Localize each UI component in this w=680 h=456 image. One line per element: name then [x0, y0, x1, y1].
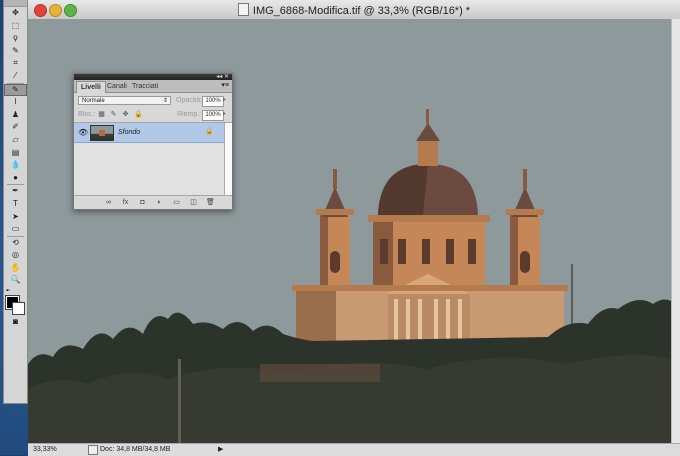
lock-transparency-icon[interactable]: ▦ [98, 111, 105, 118]
tools-panel: ✥ ⬚ ϙ ✎ ⌗ ⁄ ✎ ⅼ ♟ ✐ ▱ ▤ 💧 ● ✒ T ➤ ▭ ⟲ ◎ … [3, 0, 28, 404]
fill-field[interactable]: 100% [202, 110, 224, 121]
history-brush-tool-icon[interactable]: ✐ [4, 121, 27, 134]
zoom-tool-icon[interactable]: 🔍 [4, 274, 27, 287]
blend-opacity-row: Normale ⇕ Opacità: 100% ▸ [74, 93, 232, 108]
3d-orbit-tool-icon[interactable]: ◎ [4, 249, 27, 262]
quick-mask-icon[interactable]: ◙ [4, 317, 27, 329]
new-group-icon[interactable]: ▭ [172, 198, 181, 207]
document-title-text: IMG_6868-Modifica.tif @ 33,3% (RGB/16*) … [252, 5, 471, 17]
quick-selection-tool-icon[interactable]: ✎ [4, 45, 27, 58]
shape-tool-icon[interactable]: ▭ [4, 223, 27, 236]
document-icon [237, 3, 249, 16]
new-layer-icon[interactable]: ◫ [189, 198, 198, 207]
layers-list: 👁 Sfondo 🔒 [74, 123, 232, 195]
lock-all-icon[interactable]: 🔒 [134, 111, 143, 118]
opacity-label: Opacità: [176, 97, 203, 104]
opacity-field[interactable]: 100% [202, 96, 224, 107]
lock-pixels-icon[interactable]: ✎ [110, 111, 117, 118]
layer-name: Sfondo [118, 129, 141, 136]
blur-tool-icon[interactable]: 💧 [4, 159, 27, 172]
document-size: Doc: 34,8 MB/34,8 MB [100, 446, 171, 453]
lock-label: Bloc.: [78, 111, 96, 118]
status-menu-arrow-icon[interactable]: ▶ [218, 445, 223, 453]
layer-row[interactable]: 👁 Sfondo 🔒 [74, 123, 224, 143]
color-swatches: ▪▫ [4, 287, 27, 317]
panel-tabs: Livelli Canali Tracciati ▾≡ [74, 80, 232, 93]
pen-tool-icon[interactable]: ✒ [4, 185, 27, 198]
panel-menu-icon[interactable]: ▾≡ [221, 81, 229, 89]
tab-canali[interactable]: Canali [103, 81, 131, 92]
blend-mode-value: Normale [82, 98, 105, 104]
blend-mode-select[interactable]: Normale ⇕ [78, 96, 171, 105]
status-bar: 33,33% Doc: 34,8 MB/34,8 MB ▶ [28, 443, 680, 456]
brush-tool-icon[interactable]: ⅼ [4, 96, 27, 109]
status-preview-icon[interactable] [88, 445, 98, 455]
eraser-tool-icon[interactable]: ▱ [4, 134, 27, 147]
default-colors-icon[interactable]: ▪▫ [6, 288, 10, 294]
dodge-tool-icon[interactable]: ● [4, 172, 27, 185]
background-color-swatch[interactable] [12, 302, 25, 316]
marquee-tool-icon[interactable]: ⬚ [4, 20, 27, 33]
layers-scrollbar[interactable] [224, 123, 232, 195]
visibility-eye-icon[interactable]: 👁 [78, 128, 88, 137]
lock-position-icon[interactable]: ✥ [122, 111, 129, 118]
layers-panel: ◂◂ ✕ Livelli Canali Tracciati ▾≡ Normale… [73, 73, 233, 210]
layer-thumbnail [90, 125, 114, 141]
tab-livelli[interactable]: Livelli [76, 81, 106, 93]
panel-footer: ∞ fx ◘ ◐ ▭ ◫ 🗑 [74, 195, 232, 209]
document-title: IMG_6868-Modifica.tif @ 33,3% (RGB/16*) … [28, 3, 680, 17]
fill-label: Riemp.: [177, 111, 202, 118]
pylon [178, 359, 181, 443]
zoom-level[interactable]: 33,33% [33, 446, 73, 453]
layer-lock-icon: 🔒 [205, 128, 214, 135]
vertical-scrollbar[interactable] [671, 19, 680, 443]
type-tool-icon[interactable]: T [4, 198, 27, 211]
chevron-down-icon: ⇕ [162, 98, 168, 104]
opacity-slider-arrow-icon[interactable]: ▸ [223, 96, 226, 103]
3d-rotate-tool-icon[interactable]: ⟲ [4, 237, 27, 250]
fill-slider-arrow-icon[interactable]: ▸ [223, 110, 226, 117]
tab-tracciati[interactable]: Tracciati [128, 81, 162, 92]
hillside-wall [260, 364, 380, 382]
path-selection-tool-icon[interactable]: ➤ [4, 211, 27, 224]
layer-style-icon[interactable]: fx [121, 198, 130, 207]
spot-healing-tool-icon[interactable]: ✎ [4, 83, 27, 97]
lock-fill-row: Bloc.: ▦ ✎ ✥ 🔒 Riemp.: 100% ▸ [74, 108, 232, 123]
gradient-tool-icon[interactable]: ▤ [4, 147, 27, 160]
adjustment-layer-icon[interactable]: ◐ [155, 198, 164, 207]
delete-layer-icon[interactable]: 🗑 [206, 198, 215, 207]
crop-tool-icon[interactable]: ⌗ [4, 57, 27, 70]
clone-stamp-tool-icon[interactable]: ♟ [4, 109, 27, 122]
add-mask-icon[interactable]: ◘ [138, 198, 147, 207]
document-titlebar[interactable]: IMG_6868-Modifica.tif @ 33,3% (RGB/16*) … [28, 0, 680, 20]
tools-panel-grip[interactable] [4, 0, 27, 7]
lasso-tool-icon[interactable]: ϙ [4, 32, 27, 45]
move-tool-icon[interactable]: ✥ [4, 7, 27, 20]
link-layers-icon[interactable]: ∞ [104, 198, 113, 207]
eyedropper-tool-icon[interactable]: ⁄ [4, 70, 27, 83]
hand-tool-icon[interactable]: ✋ [4, 262, 27, 275]
panel-collapse-icon[interactable]: ◂◂ ✕ [216, 73, 229, 80]
